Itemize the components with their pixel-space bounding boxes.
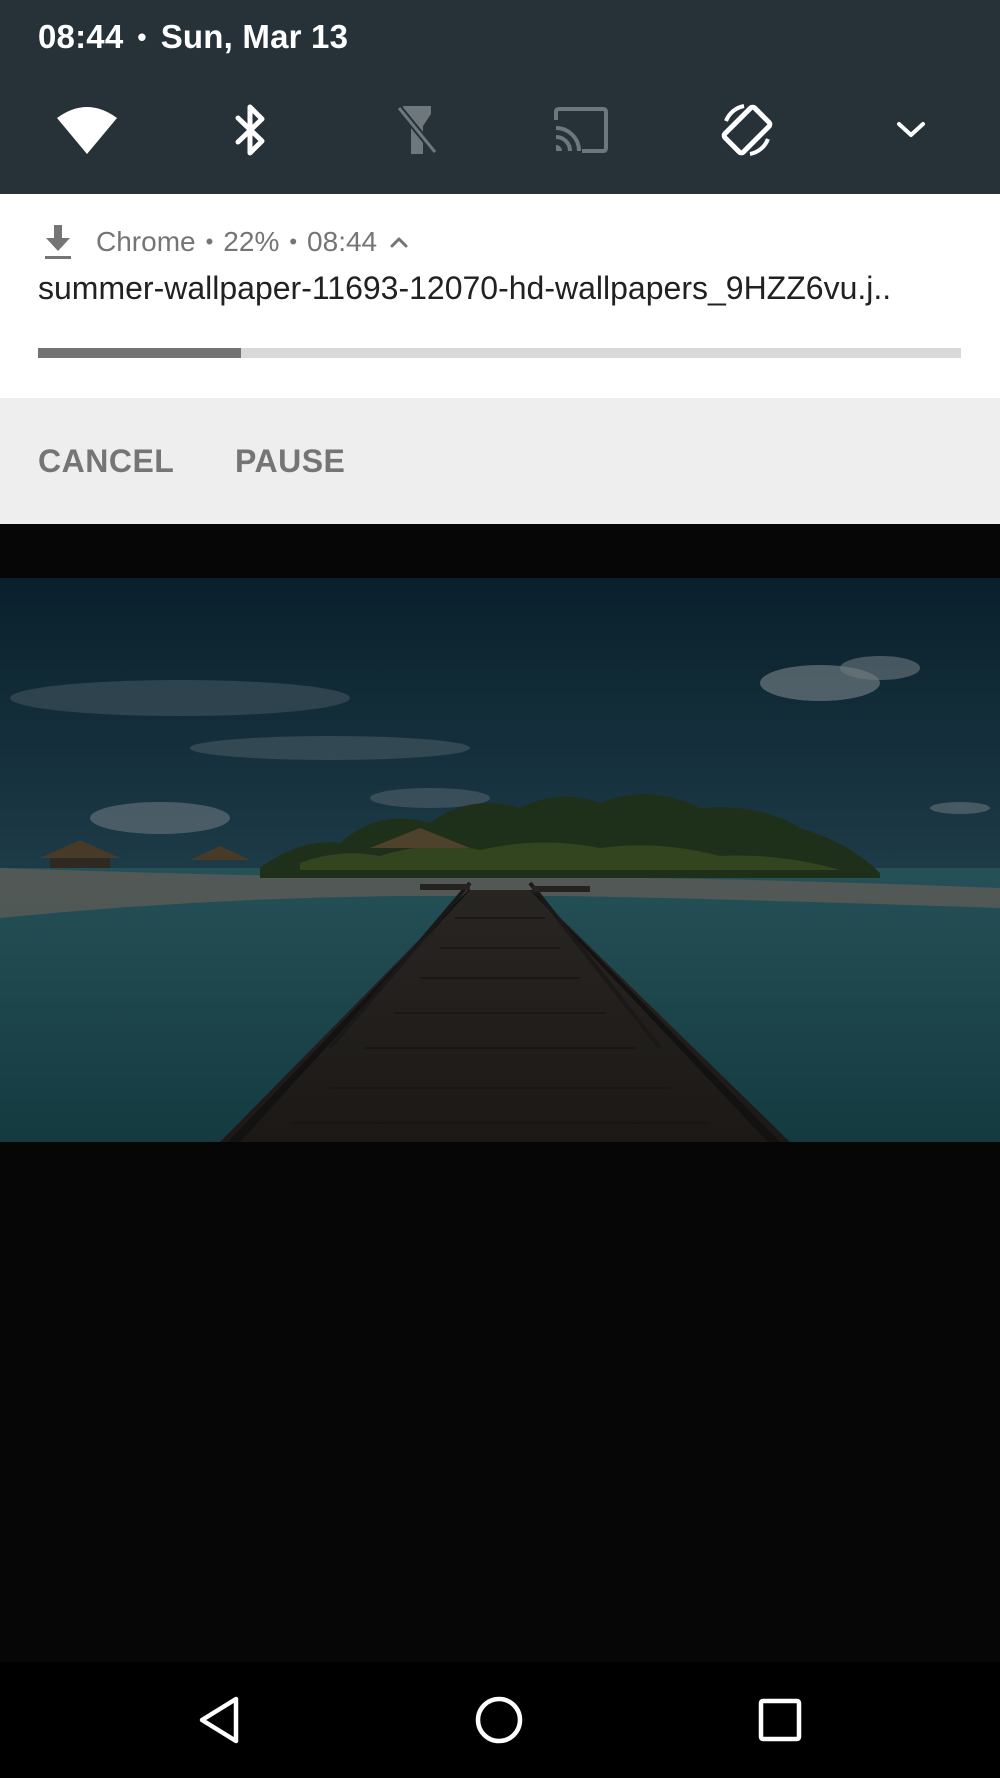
cast-icon xyxy=(554,107,608,153)
chevron-down-icon xyxy=(897,122,925,137)
notification-collapse-button[interactable] xyxy=(389,235,409,249)
notification-time: 08:44 xyxy=(307,226,378,257)
qs-expand-button[interactable] xyxy=(871,95,951,165)
wifi-icon xyxy=(57,107,117,154)
download-notification[interactable]: Chrome • 22% • 08:44 summer-wallpaper-11… xyxy=(0,194,1000,524)
wallpaper-image xyxy=(0,578,1000,1142)
download-progress-fill xyxy=(38,348,242,358)
quick-settings-shade: 08:44 • Sun, Mar 13 xyxy=(0,0,1000,194)
qs-tile-bluetooth[interactable] xyxy=(211,95,291,165)
qs-tile-wifi[interactable] xyxy=(47,95,127,165)
header-separator: • xyxy=(289,229,298,254)
notification-title: summer-wallpaper-11693-12070-hd-wallpape… xyxy=(38,270,892,306)
flashlight-icon xyxy=(396,105,438,155)
qs-tile-flashlight[interactable] xyxy=(377,95,457,165)
status-time: 08:44 xyxy=(38,18,124,55)
qs-tile-cast[interactable] xyxy=(541,95,621,165)
back-icon xyxy=(199,1696,239,1744)
home-button[interactable] xyxy=(469,1690,529,1750)
header-separator: • xyxy=(205,229,214,254)
download-icon xyxy=(38,222,78,262)
screen: 08:44 • Sun, Mar 13 Chrome • 22% • 08:44… xyxy=(0,0,1000,1778)
status-date[interactable]: Sun, Mar 13 xyxy=(161,18,348,56)
navigation-bar xyxy=(0,1662,1000,1778)
quick-settings-row xyxy=(0,95,1000,165)
notification-header: Chrome • 22% • 08:44 xyxy=(38,222,409,262)
notification-actions: CANCEL PAUSE xyxy=(0,398,1000,524)
notification-progress-text: 22% xyxy=(223,226,280,257)
notification-app-name: Chrome xyxy=(96,226,196,257)
chevron-up-icon xyxy=(390,237,408,248)
download-progress-bar xyxy=(38,348,961,358)
cancel-button[interactable]: CANCEL xyxy=(38,398,174,524)
status-header: 08:44 • Sun, Mar 13 xyxy=(38,18,348,56)
auto-rotate-icon xyxy=(721,104,773,156)
status-separator: • xyxy=(137,21,147,52)
back-button[interactable] xyxy=(190,1690,250,1750)
recents-button[interactable] xyxy=(750,1690,810,1750)
recents-icon xyxy=(758,1698,802,1742)
home-icon xyxy=(475,1696,523,1744)
qs-tile-auto-rotate[interactable] xyxy=(707,95,787,165)
bluetooth-icon xyxy=(235,104,265,156)
pause-button[interactable]: PAUSE xyxy=(235,398,345,524)
